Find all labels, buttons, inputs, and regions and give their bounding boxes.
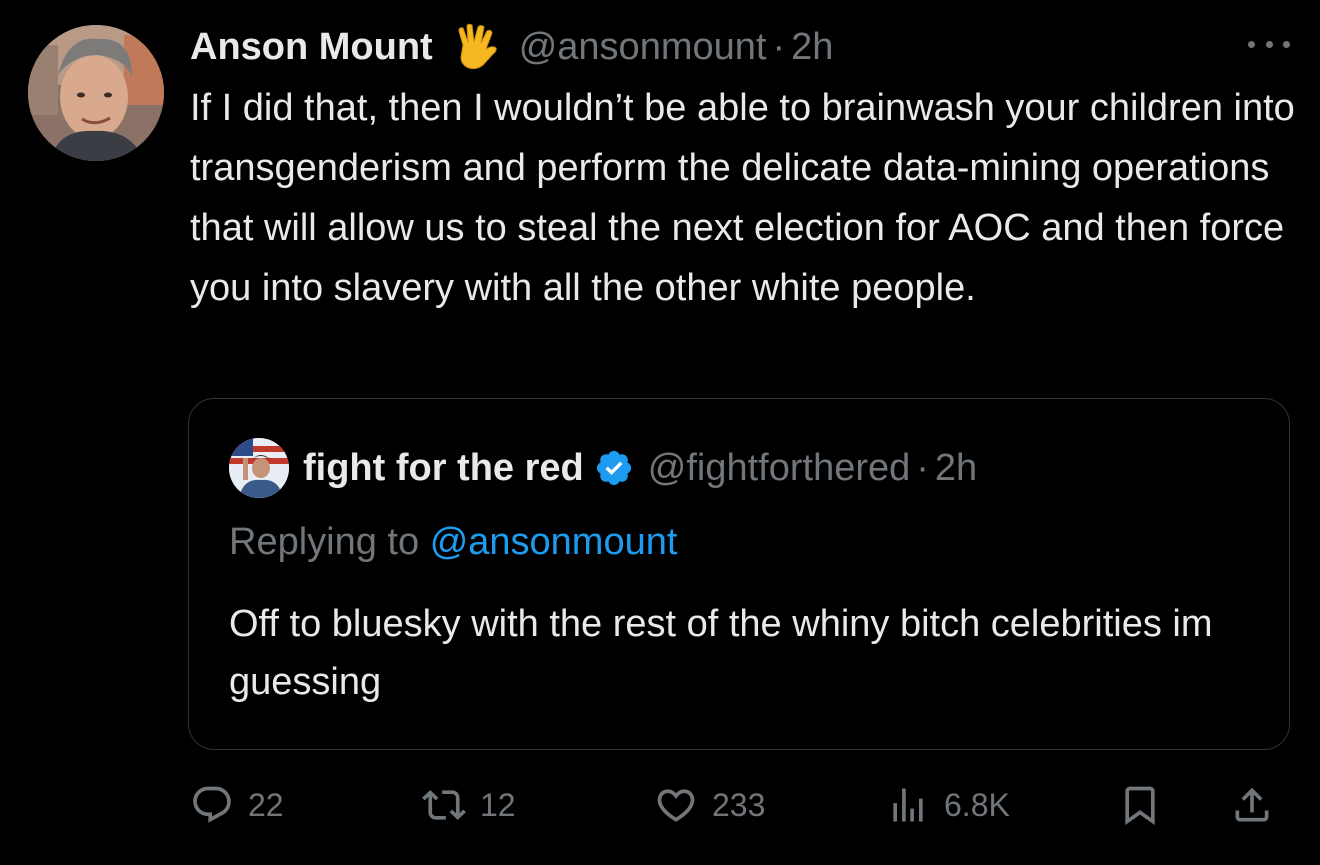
quote-avatar[interactable] — [229, 438, 289, 498]
verified-badge-icon — [594, 448, 634, 488]
display-name[interactable]: Anson Mount — [190, 26, 433, 69]
like-button[interactable]: 233 — [654, 780, 765, 830]
repost-icon — [422, 790, 466, 820]
quote-header: fight for the red @fightforthered · 2h — [229, 438, 977, 498]
avatar[interactable] — [28, 25, 164, 161]
views-icon — [893, 788, 923, 822]
quote-timestamp[interactable]: 2h — [935, 447, 977, 490]
quoted-tweet[interactable]: fight for the red @fightforthered · 2h R… — [188, 398, 1290, 750]
reply-icon — [193, 786, 231, 823]
views-button[interactable]: 6.8K — [886, 780, 1010, 830]
timestamp[interactable]: 2h — [791, 26, 833, 69]
tweet-header: Anson Mount @ansonmount · 2h — [190, 22, 833, 72]
quote-handle[interactable]: @fightforthered — [648, 447, 911, 490]
separator: · — [772, 25, 786, 68]
repost-button[interactable]: 12 — [422, 780, 516, 830]
action-bar: 22 12 233 6.8K — [190, 780, 1290, 830]
more-options-icon[interactable] — [1248, 32, 1290, 56]
replying-prefix: Replying to — [229, 521, 420, 563]
quote-separator: · — [916, 446, 929, 489]
tweet-text: If I did that, then I wouldn’t be able t… — [190, 87, 1295, 309]
quote-display-name[interactable]: fight for the red — [303, 447, 584, 490]
share-icon — [1235, 787, 1269, 822]
heart-icon — [657, 789, 695, 822]
quote-text: Off to bluesky with the rest of the whin… — [229, 603, 1213, 703]
reply-button[interactable]: 22 — [190, 780, 284, 830]
like-count: 233 — [712, 786, 766, 823]
replying-mention-link[interactable]: @ansonmount — [430, 521, 678, 563]
share-button[interactable] — [1230, 780, 1274, 830]
vulcan-salute-icon — [453, 23, 501, 71]
replying-to: Replying to @ansonmount — [229, 521, 677, 564]
tweet[interactable]: Anson Mount @ansonmount · 2h If I did th… — [0, 0, 1320, 865]
bookmark-icon — [1125, 786, 1155, 826]
reply-count: 22 — [248, 786, 284, 823]
handle[interactable]: @ansonmount — [519, 26, 767, 69]
bookmark-button[interactable] — [1118, 780, 1162, 830]
views-count: 6.8K — [944, 786, 1010, 823]
repost-count: 12 — [480, 786, 516, 823]
